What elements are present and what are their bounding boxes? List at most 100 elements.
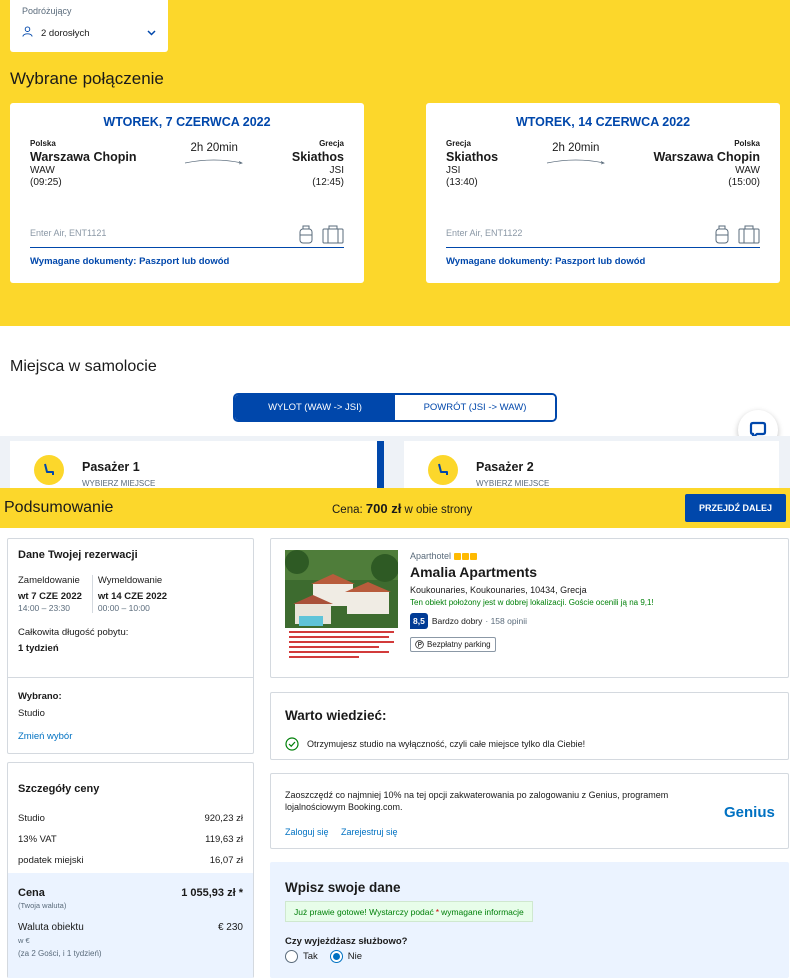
next-button[interactable]: PRZEJDŹ DALEJ [685, 494, 786, 522]
price-row-value: 119,63 zł [205, 834, 243, 845]
tab-outbound[interactable]: WYLOT (WAW -> JSI) [235, 395, 395, 420]
from-code: WAW [30, 165, 55, 176]
backpack-icon [715, 225, 729, 244]
summary-price: Cena: 700 zł w obie strony [332, 501, 472, 516]
stay-value: 1 tydzień [18, 643, 59, 654]
price-details-title: Szczegóły ceny [18, 783, 100, 795]
flight-date: WTOREK, 14 CZERWCA 2022 [515, 115, 691, 129]
guest-details-form: Wpisz swoje dane Już prawie gotowe! Wyst… [270, 862, 789, 978]
divider [8, 677, 253, 678]
genius-logo: Genius [724, 804, 775, 821]
traveler-label: Podróżujący [22, 6, 72, 16]
price-value: 700 zł [365, 501, 402, 516]
hotel-photo[interactable] [285, 550, 398, 662]
worth-text: Otrzymujesz studio na wyłączność, czyli … [307, 739, 586, 749]
property-note-currency: w € [18, 936, 30, 945]
radio-no-label: Nie [347, 951, 363, 962]
from-country: Grecja [446, 139, 471, 148]
price-row-label: podatek miejski [18, 855, 84, 866]
price-label: Cena: [332, 504, 363, 516]
passenger-name: Pasażer 2 [476, 460, 534, 474]
checkin-time: 14:00 – 23:30 [18, 603, 70, 613]
chevron-down-icon [147, 28, 156, 39]
passenger-card[interactable]: Pasażer 2 WYBIERZ MIEJSCE [404, 441, 779, 488]
checkout-time: 00:00 – 10:00 [97, 603, 150, 613]
selected-connection-title: Wybrane połączenie [10, 69, 164, 88]
parking-label: Bezpłatny parking [427, 640, 491, 649]
booking-details: Dane Twojej rezerwacji Zameldowanie wt 7… [7, 538, 254, 754]
price-suffix: w obie strony [404, 504, 473, 516]
property-currency-value: € 230 [217, 922, 243, 933]
radio-yes[interactable] [285, 950, 298, 963]
airline-flight-number: Enter Air, ENT1122 [446, 228, 523, 238]
from-city: Warszawa Chopin [30, 150, 137, 164]
flight-date: WTOREK, 7 CZERWCA 2022 [103, 115, 271, 129]
review-word: Bardzo dobry [431, 616, 483, 626]
chosen-label: Wybrano: [18, 691, 62, 702]
checkout-label: Wymeldowanie [97, 575, 163, 586]
summary-title: Podsumowanie [4, 499, 114, 516]
from-code: JSI [446, 165, 461, 176]
to-city: Skiathos [291, 150, 344, 164]
required-info-note: Już prawie gotowe! Wystarczy podać * wym… [285, 901, 533, 922]
checkin-date: wt 7 CZE 2022 [18, 591, 82, 602]
to-time: (15:00) [728, 177, 760, 188]
to-code: WAW [735, 165, 760, 176]
choose-seat-link[interactable]: WYBIERZ MIEJSCE [82, 479, 155, 488]
star-rating-icon [454, 552, 478, 560]
checkin-label: Zameldowanie [18, 575, 80, 586]
change-selection-link[interactable]: Zmień wybór [18, 731, 72, 742]
review-score: 8,5 [410, 613, 428, 629]
property-currency-row: Waluta obiektu € 230 [18, 922, 243, 933]
flight-direction-toggle: WYLOT (WAW -> JSI) POWRÓT (JSI -> WAW) [233, 393, 557, 422]
required-documents: Wymagane dokumenty: Paszport lub dowód [30, 256, 230, 267]
property-currency-label: Waluta obiektu [18, 922, 84, 933]
required-documents: Wymagane dokumenty: Paszport lub dowód [446, 256, 646, 267]
passenger-divider [377, 441, 384, 488]
location-note: Ten obiekt położony jest w dobrej lokali… [410, 598, 654, 607]
hotel-card: Aparthotel Amalia Apartments Koukounarie… [270, 538, 789, 678]
genius-text: Zaoszczędź co najmniej 10% na tej opcji … [285, 790, 669, 812]
parking-icon [415, 640, 424, 649]
choose-seat-link[interactable]: WYBIERZ MIEJSCE [476, 479, 549, 488]
traveler-selector[interactable]: Podróżujący 2 dorosłych [10, 0, 168, 52]
seat-icon [34, 455, 64, 485]
radio-no[interactable] [329, 950, 343, 963]
total-label: Cena [18, 887, 45, 899]
note-text: Już prawie gotowe! Wystarczy podać [294, 906, 434, 917]
property-type: Aparthotel [410, 551, 654, 561]
flight-card-return: WTOREK, 14 CZERWCA 2022 Grecja Skiathos … [426, 103, 780, 283]
note-text-end: wymagane informacje [441, 906, 524, 917]
register-link[interactable]: Zarejestruj się [341, 827, 398, 837]
login-link[interactable]: Zaloguj się [285, 827, 329, 837]
flight-card-outbound: WTOREK, 7 CZERWCA 2022 Polska Warszawa C… [10, 103, 364, 283]
price-row: podatek miejski 16,07 zł [18, 855, 243, 866]
to-time: (12:45) [312, 177, 344, 188]
price-row-label: 13% VAT [18, 834, 57, 845]
backpack-icon [299, 225, 313, 244]
property-note-guests: (za 2 Gości, i 1 tydzień) [18, 949, 102, 958]
to-country: Polska [734, 139, 760, 148]
seats-title: Miejsca w samolocie [10, 358, 157, 375]
from-time: (09:25) [30, 177, 62, 188]
price-row-value: 920,23 zł [204, 813, 243, 824]
summary-bar: Podsumowanie Cena: 700 zł w obie strony … [0, 488, 790, 528]
required-star: * [435, 906, 440, 917]
tab-return[interactable]: POWRÓT (JSI -> WAW) [395, 395, 555, 420]
check-circle-icon [285, 737, 299, 751]
seat-icon [428, 455, 458, 485]
to-country: Grecja [319, 139, 344, 148]
from-country: Polska [30, 139, 56, 148]
flight-arc-icon [546, 159, 605, 165]
hotel-address: Koukounaries, Koukounaries, 10434, Grecj… [410, 585, 587, 595]
passenger-card[interactable]: Pasażer 1 WYBIERZ MIEJSCE [10, 441, 377, 488]
price-row: Studio 920,23 zł [18, 813, 243, 824]
chosen-value: Studio [18, 708, 45, 719]
property-type-label: Aparthotel [410, 551, 452, 561]
stay-label: Całkowita długość pobytu: [18, 627, 129, 638]
suitcase-icon [738, 225, 760, 244]
person-icon [22, 26, 33, 40]
total-value: 1 055,93 zł * [181, 887, 243, 899]
parking-badge: Bezpłatny parking [410, 637, 496, 652]
airline-flight-number: Enter Air, ENT1121 [30, 228, 107, 238]
